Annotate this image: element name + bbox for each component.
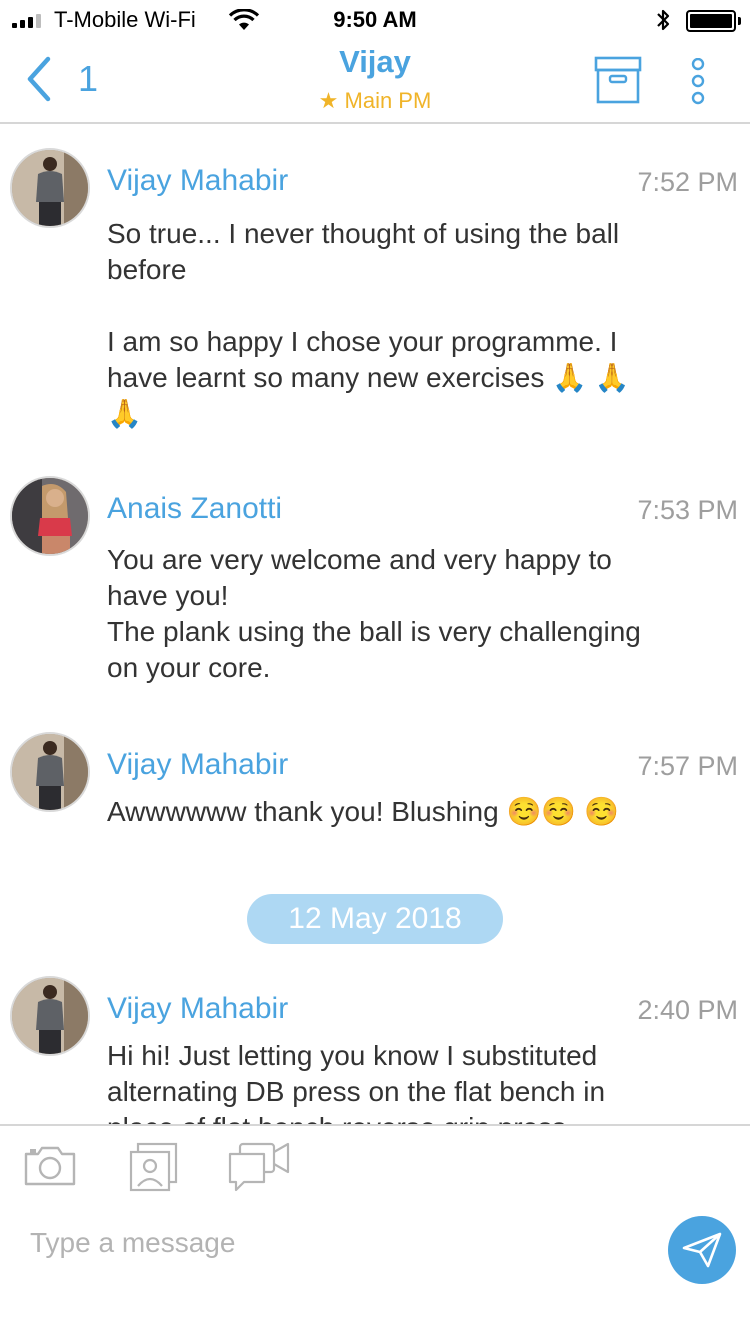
camera-icon — [24, 1146, 76, 1186]
message-item: Anais Zanotti 7:53 PM You are very welco… — [0, 476, 750, 736]
avatar[interactable] — [10, 148, 90, 228]
message-body: So true... I never thought of using the … — [107, 216, 652, 432]
message-composer — [0, 1124, 750, 1334]
avatar-image — [12, 150, 88, 226]
message-item: Vijay Mahabir 2:40 PM Hi hi! Just lettin… — [0, 976, 750, 1124]
message-text: Hi hi! Just letting you know I substitut… — [107, 1040, 606, 1124]
sender-name[interactable]: Vijay Mahabir — [107, 748, 288, 782]
archive-button[interactable] — [594, 56, 642, 109]
message-body: Awwwwww thank you! Blushing ☺️☺️ ☺️ — [107, 794, 647, 830]
avatar-image — [12, 734, 88, 810]
more-options-button[interactable] — [689, 57, 707, 113]
photo-gallery-button[interactable] — [128, 1142, 180, 1197]
message-text: I am so happy I chose your programme. I … — [107, 326, 630, 429]
message-body: You are very welcome and very happy to h… — [107, 542, 647, 686]
send-icon — [682, 1232, 722, 1268]
archive-icon — [594, 56, 642, 104]
battery-icon — [686, 10, 736, 32]
send-button[interactable] — [668, 1216, 736, 1284]
avatar-image — [12, 478, 88, 554]
message-text: The plank using the ball is very challen… — [107, 616, 649, 683]
sender-name[interactable]: Vijay Mahabir — [107, 992, 288, 1026]
bluetooth-icon — [657, 9, 670, 31]
message-item: Vijay Mahabir 7:52 PM So true... I never… — [0, 148, 750, 429]
video-chat-button[interactable] — [226, 1142, 292, 1197]
message-list[interactable]: Vijay Mahabir 7:52 PM So true... I never… — [0, 126, 750, 1124]
message-text — [107, 288, 652, 324]
message-text: Awwwwww thank you! Blushing ☺️☺️ ☺️ — [107, 796, 619, 827]
conversation-header: 1 Vijay ★ Main PM — [0, 40, 750, 124]
message-time: 2:40 PM — [637, 995, 738, 1025]
status-bar: T-Mobile Wi-Fi 9:50 AM — [0, 0, 750, 40]
clock: 9:50 AM — [333, 7, 417, 32]
sender-name[interactable]: Anais Zanotti — [107, 492, 282, 526]
more-vertical-icon — [691, 57, 705, 105]
date-divider: 12 May 2018 — [247, 894, 503, 944]
message-time: 7:53 PM — [637, 495, 738, 525]
avatar[interactable] — [10, 732, 90, 812]
sender-name[interactable]: Vijay Mahabir — [107, 164, 288, 198]
message-body: Hi hi! Just letting you know I substitut… — [107, 1038, 677, 1124]
avatar-image — [12, 978, 88, 1054]
message-time: 7:52 PM — [637, 167, 738, 197]
avatar[interactable] — [10, 476, 90, 556]
message-item: Vijay Mahabir 7:57 PM Awwwwww thank you!… — [0, 732, 750, 872]
message-text: So true... I never thought of using the … — [107, 218, 627, 285]
message-time: 7:57 PM — [637, 751, 738, 781]
message-input[interactable] — [30, 1221, 640, 1265]
avatar[interactable] — [10, 976, 90, 1056]
video-chat-icon — [228, 1142, 290, 1192]
camera-button[interactable] — [22, 1142, 78, 1193]
message-text: You are very welcome and very happy to h… — [107, 544, 620, 611]
battery-level — [690, 14, 732, 28]
photo-gallery-icon — [129, 1142, 178, 1192]
battery-cap — [738, 17, 741, 25]
